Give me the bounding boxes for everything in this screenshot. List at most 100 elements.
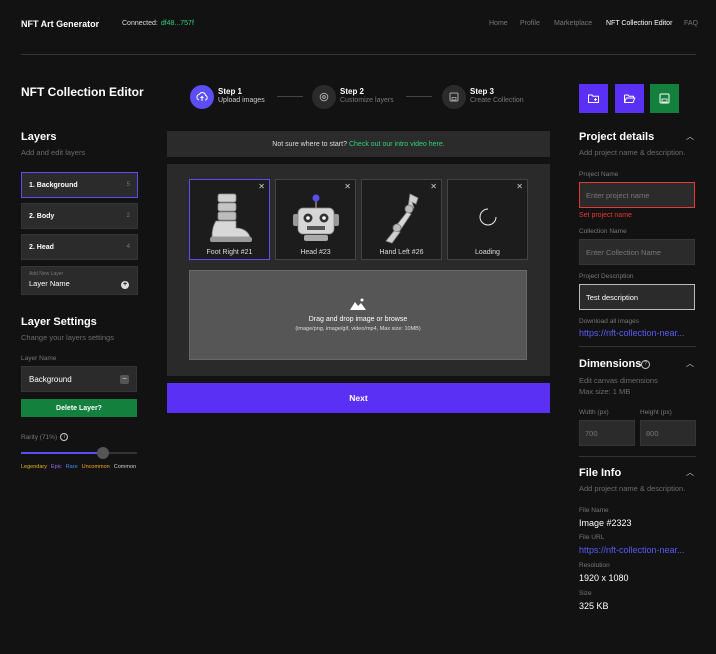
rarity-legendary: Legendary [21,464,47,470]
nav-marketplace[interactable]: Marketplace [554,20,592,27]
step-1-title: Step 1 [218,87,243,96]
next-button[interactable]: Next [167,383,550,413]
delete-layer-button[interactable]: Delete Layer? [21,399,137,417]
image-caption: Foot Right #21 [206,249,253,256]
robot-arm-art-icon [385,193,419,244]
width-input[interactable]: 700 [579,420,635,446]
remove-icon[interactable]: ✕ [516,182,523,191]
step-3-sub: Create Collection [470,97,524,104]
rarity-scale: Legendary Epic Rare Uncommon Common [21,464,136,470]
step-3-title: Step 3 [470,87,495,96]
nav-nft-collection-editor[interactable]: NFT Collection Editor [606,20,672,27]
width-label: Width (px) [579,409,609,416]
image-dropzone[interactable]: Drag and drop image or browse (image/png… [189,270,527,360]
nav-faq[interactable]: FAQ [684,20,698,27]
layer-count: 4 [126,244,130,250]
save-button[interactable] [650,84,679,113]
rarity-slider-thumb[interactable] [97,447,109,459]
banner-text: Not sure where to start? [272,140,347,148]
new-layer-input[interactable]: Add New Layer Layer Name + [21,266,138,295]
download-link[interactable]: https://nft-collection-near... [579,328,685,338]
image-card[interactable]: ✕ Foot Right #21 [189,179,270,260]
layer-item[interactable]: 2. Head 4 [21,234,138,260]
layer-name-value: Background [29,374,72,384]
rarity-common: Common [113,464,137,470]
size-value: 325 KB [579,601,609,611]
image-caption: Head #23 [300,249,331,256]
section-divider [579,456,696,457]
height-input[interactable]: 800 [640,420,696,446]
step-connector [277,96,303,97]
dropzone-sub: (image/png, image/gif, video/mp4, Max si… [295,326,421,332]
collection-name-label: Collection Name [579,228,627,235]
step-3-save-icon[interactable] [442,85,466,109]
remove-icon[interactable]: ✕ [258,182,265,191]
help-icon[interactable]: ? [641,360,650,369]
image-card[interactable]: ✕ Head #23 [275,179,356,260]
collection-name-input[interactable]: Enter Collection Name [579,239,695,265]
chevron-up-icon[interactable]: ︿ [686,467,694,478]
new-layer-value: Layer Name [29,279,70,288]
file-info-subtitle: Add project name & description. [579,484,686,493]
layer-label: 1. Background [29,181,78,189]
rarity-slider-fill [21,452,103,454]
robot-head-art-icon [293,194,339,241]
rarity-uncommon: Uncommon [81,464,110,470]
add-folder-button[interactable] [579,84,608,113]
resolution-label: Resolution [579,562,610,569]
step-2-settings-icon[interactable] [312,85,336,109]
step-1-sub: Upload images [218,97,265,104]
open-folder-icon [624,94,636,103]
layer-count: 5 [126,182,130,188]
layer-label: 2. Head [29,243,54,251]
wallet-address[interactable]: df48...757f [161,20,194,27]
app-brand[interactable]: NFT Art Generator [21,19,99,29]
minus-icon[interactable]: − [120,374,129,384]
dimensions-max: Max size: 1 MB [579,387,631,396]
nav-profile[interactable]: Profile [520,20,540,27]
layer-settings-subtitle: Change your layers settings [21,333,114,342]
layer-name-input[interactable]: Background − [21,366,137,392]
layer-count: 2 [126,213,130,219]
section-divider [579,346,696,347]
connected-label: Connected: [122,20,158,27]
layer-label: 2. Body [29,212,55,220]
project-description-input[interactable]: Test description [579,284,695,310]
intro-video-link[interactable]: Check out our intro video here. [349,141,445,148]
layer-name-label: Layer Name [21,355,57,362]
layer-settings-title: Layer Settings [21,316,97,328]
layers-subtitle: Add and edit layers [21,148,86,157]
chevron-up-icon[interactable]: ︿ [686,358,694,369]
height-label: Height (px) [640,409,672,416]
height-placeholder: 800 [646,428,659,438]
image-caption: Loading [475,249,500,256]
file-name-value: Image #2323 [579,518,632,528]
boot-art-icon [210,193,252,242]
file-info-title: File Info [579,467,622,479]
step-1-upload-icon[interactable] [190,85,214,109]
intro-banner: Not sure where to start? Check out our i… [167,131,550,157]
info-icon[interactable]: i [60,433,69,441]
open-folder-button[interactable] [615,84,644,113]
file-name-label: File Name [579,507,609,514]
file-url-link[interactable]: https://nft-collection-near... [579,545,685,555]
download-label: Download all images [579,318,639,325]
nav-home[interactable]: Home [489,20,508,27]
dimensions-subtitle: Edit canvas dimensions [579,376,658,385]
remove-icon[interactable]: ✕ [430,182,437,191]
plus-icon[interactable]: + [121,281,129,289]
collection-name-placeholder: Enter Collection Name [586,247,662,257]
project-description-label: Project Description [579,273,634,280]
project-name-input[interactable]: Enter project name [579,182,695,208]
dropzone-title: Drag and drop image or browse [308,316,408,323]
project-name-error: Set project name [579,212,632,219]
image-card[interactable]: ✕ Loading [447,179,528,260]
remove-icon[interactable]: ✕ [344,182,351,191]
layer-item[interactable]: 1. Background 5 [21,172,138,198]
file-url-label: File URL [579,534,605,541]
chevron-up-icon[interactable]: ︿ [686,131,694,142]
project-description-value: Test description [586,292,639,302]
image-card[interactable]: ✕ Hand Left #26 [361,179,442,260]
size-label: Size [579,590,592,597]
layer-item[interactable]: 2. Body 2 [21,203,138,229]
